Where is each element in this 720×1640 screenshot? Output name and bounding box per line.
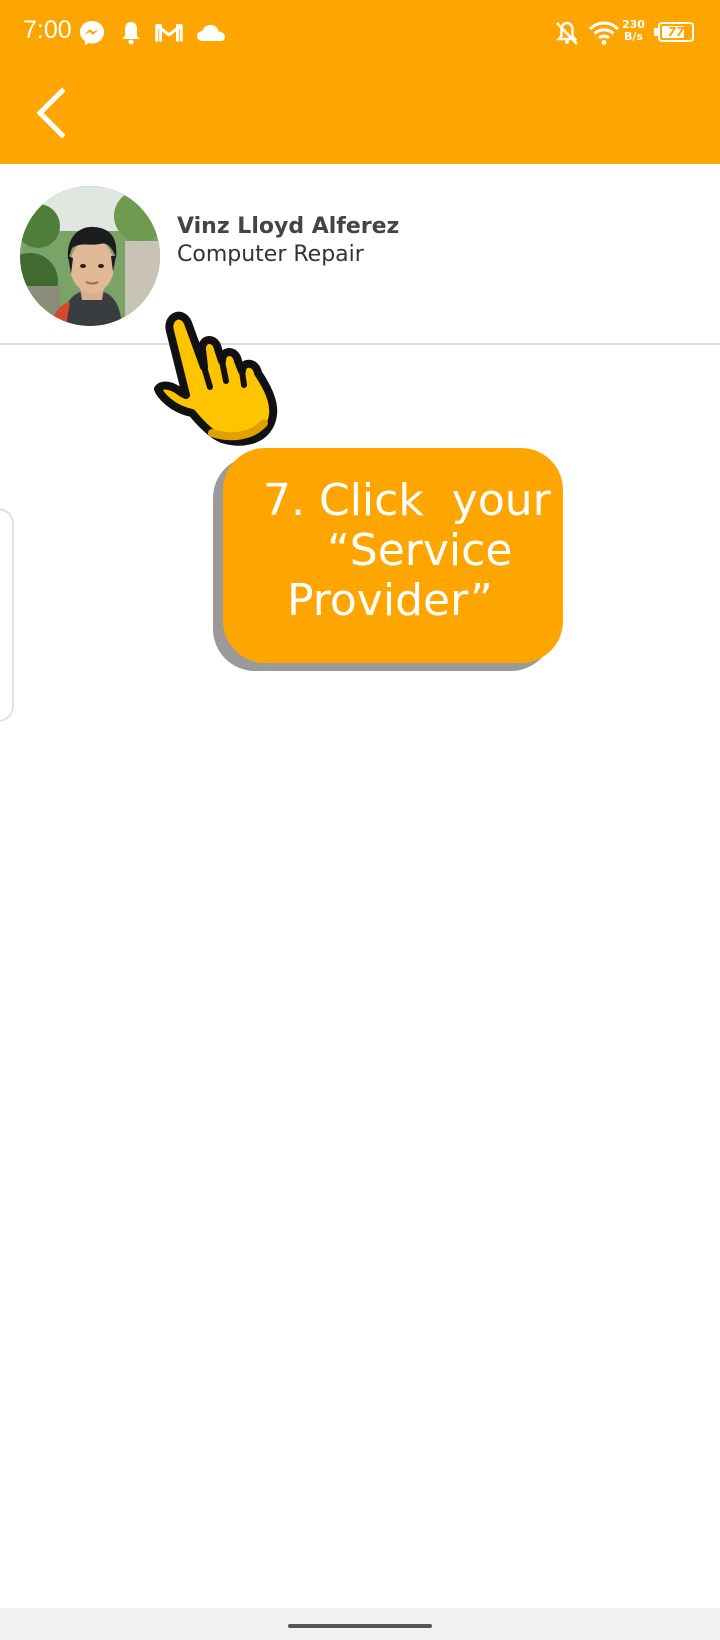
battery-icon: 77 (658, 22, 694, 42)
tutorial-callout: 7. Click your “Service Provider” (223, 448, 563, 663)
cloud-icon (197, 25, 225, 41)
network-speed-unit: B/s (624, 30, 643, 43)
notification-bell-icon (122, 22, 140, 45)
status-time: 7:00 (23, 16, 72, 44)
back-button[interactable] (22, 80, 78, 144)
list-divider (0, 343, 720, 345)
tutorial-line-1: 7. Click your (263, 475, 551, 526)
home-gesture-handle[interactable] (288, 1624, 432, 1628)
avatar-photo (20, 186, 160, 326)
pointing-hand-icon (154, 311, 278, 446)
system-navigation-bar (0, 1608, 720, 1640)
app-bar: 7:00 230 B/s 77 (0, 0, 720, 164)
gmail-icon (155, 24, 183, 42)
provider-service: Computer Repair (177, 242, 364, 267)
tutorial-text: 7. Click your “Service Provider” (223, 476, 563, 626)
side-panel-edge (0, 508, 14, 722)
service-provider-item[interactable]: Vinz Lloyd Alferez Computer Repair (0, 164, 720, 344)
network-speed: 230 B/s (622, 19, 645, 43)
wifi-icon (588, 21, 620, 45)
chevron-left-icon (36, 87, 66, 139)
messenger-icon (80, 21, 104, 45)
tutorial-line-2: “Service (327, 525, 513, 576)
battery-level: 77 (667, 25, 685, 39)
status-bar: 7:00 230 B/s 77 (0, 0, 720, 64)
provider-name: Vinz Lloyd Alferez (177, 214, 400, 239)
bell-off-icon (556, 21, 578, 45)
provider-avatar[interactable] (20, 186, 160, 326)
tutorial-line-3: Provider” (287, 575, 493, 626)
